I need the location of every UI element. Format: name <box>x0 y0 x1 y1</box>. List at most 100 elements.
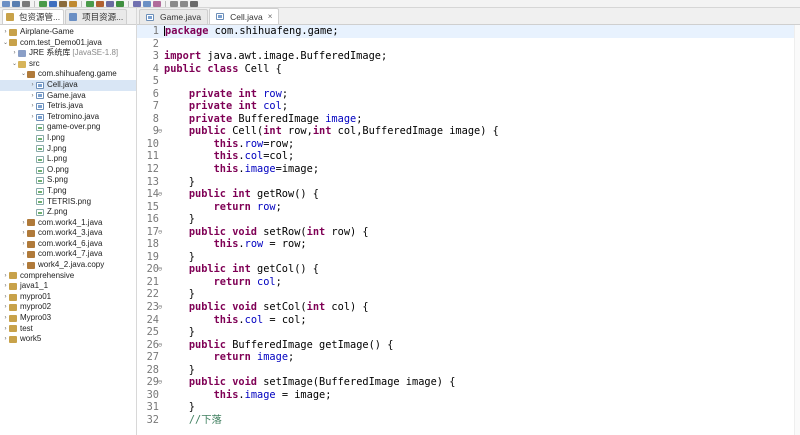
tree-item[interactable]: S.png <box>0 175 136 186</box>
fold-toggle-icon[interactable]: ⊖ <box>158 339 162 352</box>
code-line[interactable]: 11 this.col=col; <box>137 150 800 163</box>
chevron-right-icon[interactable]: › <box>20 260 27 271</box>
tree-item[interactable]: › com.work4_3.java <box>0 228 136 239</box>
code-line[interactable]: 31 } <box>137 401 800 414</box>
fold-toggle-icon[interactable]: ⊖ <box>158 376 162 389</box>
tree-item[interactable]: › Game.java <box>0 91 136 102</box>
chevron-right-icon[interactable]: › <box>29 91 36 102</box>
fold-toggle-icon[interactable]: ⊖ <box>158 301 162 314</box>
tree-item[interactable]: › JRE 系统库 [JavaSE-1.8] <box>0 48 136 59</box>
tree-item[interactable]: I.png <box>0 133 136 144</box>
code-line[interactable]: 7 private int col; <box>137 100 800 113</box>
code-line[interactable]: 27 return image; <box>137 351 800 364</box>
code-line[interactable]: 32 //下落 <box>137 414 800 427</box>
code-line[interactable]: 9 ⊖ public Cell(int row,int col,BufferedI… <box>137 125 800 138</box>
tree-item[interactable]: › Tetromino.java <box>0 112 136 123</box>
code-line[interactable]: 4 public class Cell { <box>137 63 800 76</box>
chevron-down-icon[interactable]: ⌄ <box>2 38 9 49</box>
code-line[interactable]: 30 this.image = image; <box>137 389 800 402</box>
chevron-right-icon[interactable]: › <box>11 48 18 59</box>
tree-item[interactable]: game-over.png <box>0 122 136 133</box>
task-icon[interactable] <box>143 0 151 7</box>
tree-item[interactable]: › work5 <box>0 334 136 345</box>
chevron-right-icon[interactable]: › <box>29 112 36 123</box>
chevron-right-icon[interactable]: › <box>2 324 9 335</box>
tree-item[interactable]: › Cell.java <box>0 79 136 91</box>
nav-forward-icon[interactable] <box>180 0 188 7</box>
tree-item[interactable]: T.png <box>0 186 136 197</box>
tree-item[interactable]: › test <box>0 324 136 335</box>
code-line[interactable]: 17 ⊖ public void setRow(int row) { <box>137 226 800 239</box>
run-icon[interactable] <box>39 0 47 7</box>
tree-item[interactable]: › Tetris.java <box>0 101 136 112</box>
editor-tab-1[interactable]: Cell.java × <box>209 8 280 24</box>
annotation-icon[interactable] <box>153 0 161 7</box>
tree-item[interactable]: › com.work4_6.java <box>0 239 136 250</box>
chevron-right-icon[interactable]: › <box>2 27 9 38</box>
chevron-right-icon[interactable]: › <box>2 271 9 282</box>
chevron-right-icon[interactable]: › <box>20 249 27 260</box>
chevron-right-icon[interactable]: › <box>2 334 9 345</box>
chevron-right-icon[interactable]: › <box>29 101 36 112</box>
code-line[interactable]: 5 <box>137 75 800 88</box>
tree-item[interactable]: › mypro02 <box>0 302 136 313</box>
tree-item[interactable]: › comprehensive <box>0 271 136 282</box>
tree-item[interactable]: › Mypro03 <box>0 313 136 324</box>
code-line[interactable]: 15 return row; <box>137 201 800 214</box>
print-icon[interactable] <box>22 0 30 7</box>
code-line[interactable]: 18 this.row = row; <box>137 238 800 251</box>
fold-toggle-icon[interactable]: ⊖ <box>158 125 162 138</box>
tree-item[interactable]: O.png <box>0 165 136 176</box>
tree-item[interactable]: ⌄ src <box>0 59 136 70</box>
chevron-right-icon[interactable]: › <box>2 281 9 292</box>
chevron-right-icon[interactable]: › <box>20 239 27 250</box>
chevron-right-icon[interactable]: › <box>20 228 27 239</box>
code-line[interactable]: 26 ⊖ public BufferedImage getImage() { <box>137 339 800 352</box>
tree-item[interactable]: › java1_1 <box>0 281 136 292</box>
code-line[interactable]: 2 <box>137 38 800 51</box>
package-icon[interactable] <box>106 0 114 7</box>
code-line[interactable]: 24 this.col = col; <box>137 314 800 327</box>
chevron-down-icon[interactable]: ⌄ <box>11 59 18 70</box>
chevron-right-icon[interactable]: › <box>2 302 9 313</box>
code-line[interactable]: 23 ⊖ public void setCol(int col) { <box>137 301 800 314</box>
tree-item[interactable]: J.png <box>0 144 136 155</box>
code-line[interactable]: 25 } <box>137 326 800 339</box>
code-line[interactable]: 12 this.image=image; <box>137 163 800 176</box>
code-line[interactable]: 14 ⊖ public int getRow() { <box>137 188 800 201</box>
nav-back-icon[interactable] <box>170 0 178 7</box>
chevron-down-icon[interactable]: ⌄ <box>20 69 27 80</box>
chevron-right-icon[interactable]: › <box>2 313 9 324</box>
code-line[interactable]: 19 } <box>137 251 800 264</box>
tree-item[interactable]: L.png <box>0 154 136 165</box>
tree-item[interactable]: › com.work4_7.java <box>0 249 136 260</box>
maximize-icon[interactable] <box>190 0 198 7</box>
code-area[interactable]: 1 package com.shihuafeng.game; 2 3 import ja… <box>137 25 800 435</box>
code-line[interactable]: 21 return col; <box>137 276 800 289</box>
tree-item[interactable]: › Airplane-Game <box>0 27 136 38</box>
close-icon[interactable]: × <box>268 12 273 21</box>
fold-toggle-icon[interactable]: ⊖ <box>158 188 162 201</box>
panel-tab-1[interactable]: 项目资源... <box>65 9 128 24</box>
open-type-icon[interactable] <box>133 0 141 7</box>
tree-item[interactable]: ⌄ com.test_Demo01.java <box>0 38 136 49</box>
panel-tab-0[interactable]: 包资源管... <box>2 9 65 24</box>
code-line[interactable]: 1 package com.shihuafeng.game; <box>137 25 800 38</box>
fold-toggle-icon[interactable]: ⊖ <box>158 226 162 239</box>
code-line[interactable]: 8 private BufferedImage image; <box>137 113 800 126</box>
code-line[interactable]: 29 ⊖ public void setImage(BufferedImage i… <box>137 376 800 389</box>
tree-item[interactable]: Z.png <box>0 207 136 218</box>
tree-item[interactable]: TETRIS.png <box>0 197 136 208</box>
tree-item[interactable]: › mypro01 <box>0 292 136 303</box>
code-line[interactable]: 16 } <box>137 213 800 226</box>
code-line[interactable]: 3 import java.awt.image.BufferedImage; <box>137 50 800 63</box>
chevron-right-icon[interactable]: › <box>20 218 27 229</box>
code-line[interactable]: 22 } <box>137 288 800 301</box>
tree-item[interactable]: ⌄ com.shihuafeng.game <box>0 69 136 80</box>
overview-ruler[interactable] <box>794 25 800 435</box>
back-icon[interactable] <box>69 0 77 7</box>
fold-toggle-icon[interactable]: ⊖ <box>158 263 162 276</box>
code-line[interactable]: 13 } <box>137 176 800 189</box>
search-icon[interactable] <box>59 0 67 7</box>
editor-tab-0[interactable]: Game.java <box>139 9 209 24</box>
